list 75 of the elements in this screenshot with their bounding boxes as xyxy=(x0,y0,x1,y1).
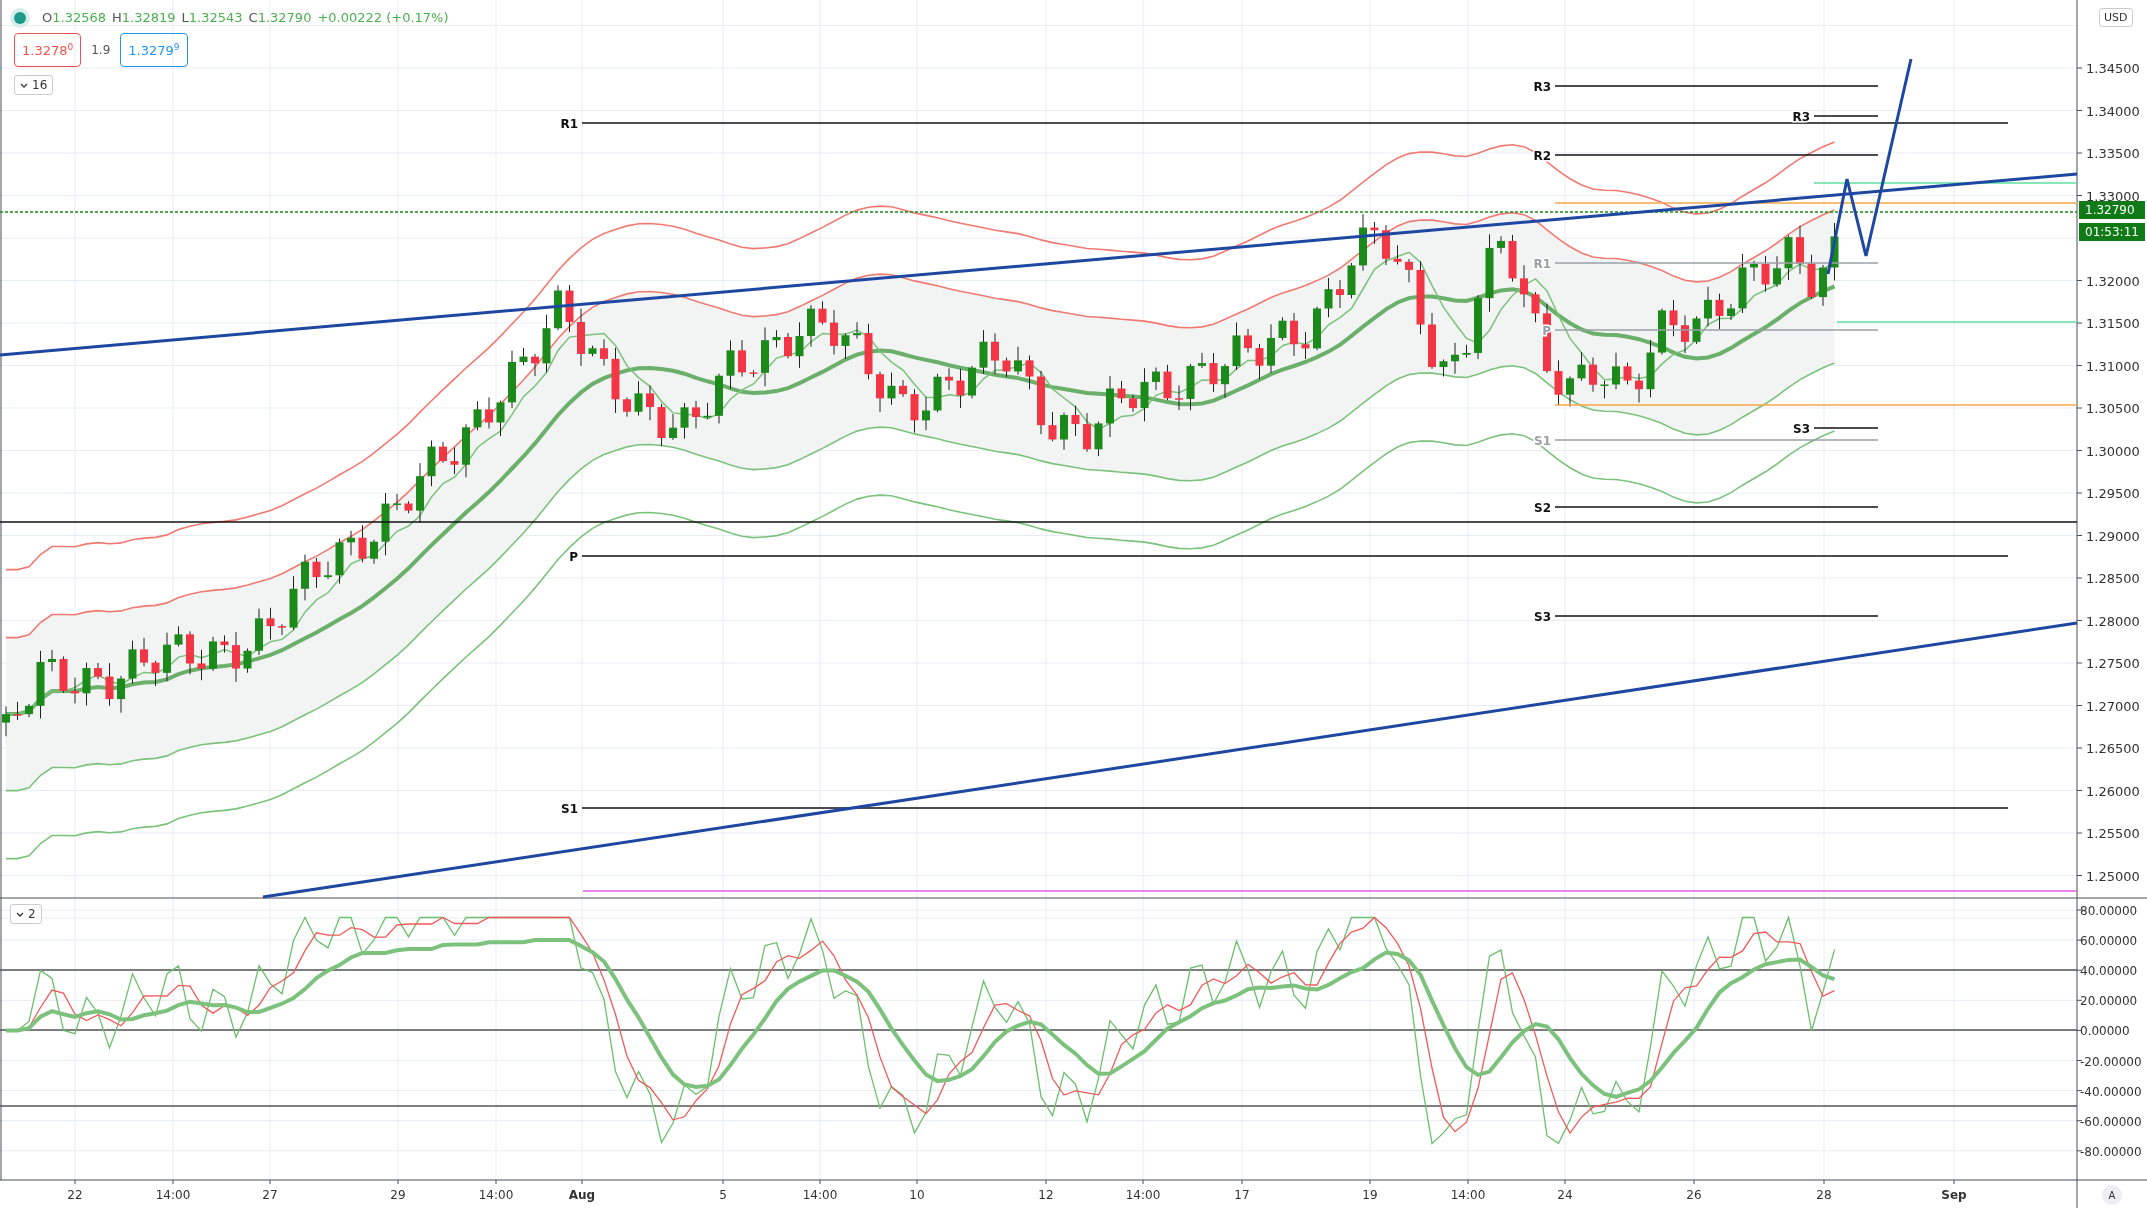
price-axis-label: 1.29000 xyxy=(2086,528,2140,544)
time-axis-label: 5 xyxy=(719,1188,727,1202)
time-axis-label: 14:00 xyxy=(1450,1188,1486,1202)
ohlc-value: O1.32568 xyxy=(42,10,106,25)
oscillator-axis-label: -60.00000 xyxy=(2080,1114,2142,1129)
pivot-label: S1 xyxy=(561,802,578,816)
bid-price-button[interactable]: 1.3278$^{0}$ xyxy=(14,33,82,68)
oscillator-axis-label: 80.00000 xyxy=(2080,904,2138,918)
time-axis-label: 17 xyxy=(1234,1188,1250,1202)
collapse-indicators-button[interactable]: 2 xyxy=(10,904,42,924)
pivot-label: P xyxy=(569,550,578,564)
ohlc-value: L1.32543 xyxy=(181,10,243,25)
price-axis-label: 1.30500 xyxy=(2086,401,2140,416)
change-value: +0.00222 (+0.17%) xyxy=(317,10,449,25)
price-tag: 1.32790 xyxy=(2079,201,2145,219)
ohlc-value: H1.32819 xyxy=(112,10,176,25)
price-axis-label: 1.25000 xyxy=(2086,868,2140,884)
time-axis-label: 14:00 xyxy=(1125,1188,1161,1202)
auto-scale-button[interactable]: A xyxy=(2102,1185,2122,1205)
price-axis-label: 1.27500 xyxy=(2086,656,2140,671)
oscillator-axis-label: -20.00000 xyxy=(2080,1054,2142,1069)
time-axis-label: 22 xyxy=(67,1188,83,1202)
pivot-label: R3 xyxy=(1792,110,1810,124)
time-axis-label: 14:00 xyxy=(478,1188,514,1202)
price-axis-label: 1.34000 xyxy=(2086,103,2140,119)
chevron-icon xyxy=(16,911,24,917)
price-axis-label: 1.28000 xyxy=(2086,613,2140,629)
price-axis-label: 1.26000 xyxy=(2086,783,2140,799)
time-axis-label: 29 xyxy=(390,1188,406,1202)
time-axis-label: 12 xyxy=(1038,1188,1054,1202)
chevron-icon xyxy=(20,82,28,88)
pivot-label: R3 xyxy=(1533,80,1551,94)
price-axis-label: 1.30000 xyxy=(2086,443,2140,459)
price-axis-label: 1.32000 xyxy=(2086,273,2140,289)
time-axis-label: 19 xyxy=(1362,1188,1378,1202)
time-axis-label: 14:00 xyxy=(155,1188,191,1202)
time-axis-label: 28 xyxy=(1816,1188,1832,1202)
time-axis-label: 26 xyxy=(1686,1188,1702,1202)
pivot-label: S3 xyxy=(1793,422,1810,436)
price-axis-label: 1.25500 xyxy=(2086,826,2140,841)
spread-value: 1.9 xyxy=(91,43,111,58)
oscillator-axis-label: -40.00000 xyxy=(2080,1084,2142,1099)
pivot-label: S3 xyxy=(1534,610,1551,624)
pivot-line xyxy=(1813,427,1879,429)
oscillator-axis-label: -80.00000 xyxy=(2080,1144,2142,1159)
pivot-label: R1 xyxy=(1533,257,1551,271)
time-axis-label: 27 xyxy=(262,1188,278,1202)
price-axis-label: 1.29500 xyxy=(2086,486,2140,501)
time-axis-label: 14:00 xyxy=(802,1188,838,1202)
collapse-indicators-button[interactable]: 16 xyxy=(14,75,54,96)
time-axis-label: 10 xyxy=(909,1188,925,1202)
pivot-label: P xyxy=(1542,324,1551,338)
oscillator-axis-label: 20.00000 xyxy=(2080,994,2138,1009)
price-axis-label: 1.33000 xyxy=(2086,188,2140,204)
price-axis-label: 1.28500 xyxy=(2086,571,2140,586)
price-axis-label: 1.26500 xyxy=(2086,741,2140,756)
pivot-line xyxy=(1813,115,1879,117)
oscillator-axis-label: 0.00000 xyxy=(2080,1024,2130,1039)
countdown-tag: 01:53:11 xyxy=(2079,223,2145,241)
price-axis-label: 1.27000 xyxy=(2086,698,2140,714)
oscillator-axis-label: 60.00000 xyxy=(2080,934,2138,949)
time-axis-label: Aug xyxy=(568,1188,596,1202)
ohlc-value: C1.32790 xyxy=(248,10,312,25)
status-dot xyxy=(14,11,26,24)
price-axis-label: 1.34500 xyxy=(2086,61,2140,76)
time-axis-label: Sep xyxy=(1941,1188,1967,1202)
pivot-label: S2 xyxy=(1534,501,1551,515)
time-axis-label: 24 xyxy=(1557,1188,1573,1202)
pivot-label: S1 xyxy=(1534,434,1551,448)
oscillator-axis-label: 40.00000 xyxy=(2080,964,2138,979)
price-axis-label: 1.31500 xyxy=(2086,316,2140,331)
pivot-label: R1 xyxy=(560,117,578,131)
currency-button[interactable]: USD xyxy=(2099,8,2133,27)
price-axis-label: 1.33500 xyxy=(2086,146,2140,161)
price-axis-label: 1.31000 xyxy=(2086,358,2140,374)
